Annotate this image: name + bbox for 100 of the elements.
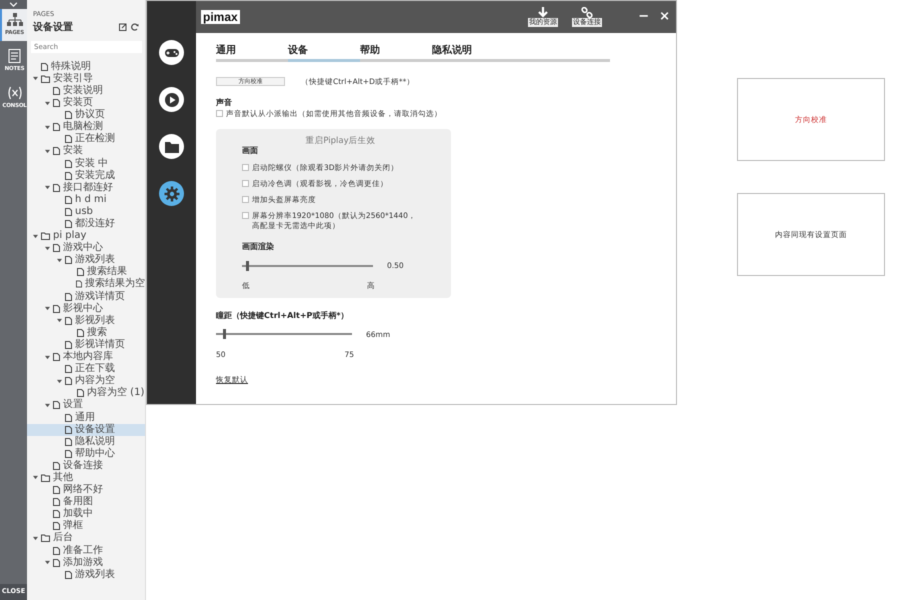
tree-item[interactable]: 其他 — [27, 472, 145, 484]
tree-item[interactable]: 正在下载 — [27, 363, 145, 376]
caret-icon[interactable] — [44, 402, 50, 408]
tree-item[interactable]: h d mi — [27, 194, 145, 206]
tree-item[interactable]: 游戏列表 — [27, 568, 145, 581]
nav-button[interactable] — [159, 87, 184, 112]
tree-label: 影视列表 — [75, 314, 115, 326]
slider-track[interactable] — [216, 329, 352, 340]
tree-item[interactable]: 特殊说明 — [27, 60, 145, 73]
tab[interactable]: 帮助 — [360, 43, 432, 62]
tree-item[interactable]: 设备连接 — [27, 460, 145, 472]
tree-item[interactable]: 帮助中心 — [27, 448, 145, 460]
tree-item[interactable]: 设备设置 — [27, 424, 145, 436]
tree-label: 正在检测 — [75, 133, 115, 144]
tree-label: 准备工作 — [63, 544, 103, 556]
tree-item[interactable]: 内容为空 (1) — [27, 387, 145, 400]
collapse-chevron-icon[interactable] — [9, 2, 18, 7]
checkbox[interactable] — [242, 196, 249, 203]
tab[interactable]: 设备 — [288, 43, 360, 62]
tree-item[interactable]: 安装引导 — [27, 72, 145, 85]
folder-icon — [41, 74, 50, 83]
tab[interactable]: 通用 — [216, 43, 288, 62]
checkbox[interactable] — [216, 110, 223, 118]
caret-icon[interactable] — [44, 124, 50, 130]
variable-icon — [6, 86, 22, 100]
tree-item[interactable]: 搜索结果 — [27, 266, 145, 278]
tree-item[interactable]: 加载中 — [27, 508, 145, 520]
tree-item[interactable]: pi play — [27, 230, 145, 242]
tree-item[interactable]: 影视列表 — [27, 314, 145, 327]
tree-label: 搜索 — [87, 326, 107, 338]
tree-item[interactable]: 安装说明 — [27, 84, 145, 98]
tree-label: 安装引导 — [53, 72, 93, 84]
tree-item[interactable]: usb — [27, 206, 145, 218]
caret-icon[interactable] — [32, 536, 38, 541]
tree-item[interactable]: 准备工作 — [27, 544, 145, 557]
tree-label: 设备设置 — [75, 424, 115, 436]
folder-icon — [41, 474, 50, 482]
tree-label: 加载中 — [63, 508, 93, 520]
tree-item[interactable]: 影视中心 — [27, 302, 145, 315]
close-button[interactable]: × — [659, 10, 670, 24]
caret-icon[interactable] — [44, 100, 50, 106]
caret-icon[interactable] — [44, 354, 50, 360]
slider-thumb[interactable] — [223, 329, 226, 340]
tree-label: 安装完成 — [75, 170, 115, 182]
nav-button[interactable] — [159, 134, 184, 159]
tree-item[interactable]: 弹框 — [27, 520, 145, 532]
tree-item[interactable]: 都没连好 — [27, 218, 145, 230]
link-icon — [581, 7, 594, 18]
tree-label: 备用图 — [63, 496, 93, 508]
tree-item[interactable]: 影视详情页 — [27, 338, 145, 351]
refresh-icon[interactable] — [131, 23, 139, 32]
tree-item[interactable]: 后台 — [27, 532, 145, 544]
slider-track[interactable] — [242, 260, 373, 271]
tree-item[interactable]: 正在检测 — [27, 133, 145, 146]
page-icon — [41, 62, 48, 71]
minimize-button[interactable]: − — [638, 10, 650, 24]
caret-icon[interactable] — [32, 76, 38, 82]
tree-label: 都没连好 — [75, 218, 115, 230]
slider-thumb[interactable] — [246, 260, 250, 271]
checkbox[interactable] — [242, 212, 249, 219]
tree-item[interactable]: 游戏详情页 — [27, 290, 145, 303]
caret-icon[interactable] — [32, 475, 38, 480]
tree-item[interactable]: 游戏中心 — [27, 242, 145, 254]
tree-item[interactable]: 安装 — [27, 145, 145, 158]
checkbox[interactable] — [242, 164, 249, 171]
tree-item[interactable]: 搜索 — [27, 326, 145, 339]
tree-item[interactable]: 设置 — [27, 399, 145, 412]
tree-item[interactable]: 搜索结果为空 — [27, 278, 145, 291]
caret-icon[interactable] — [44, 185, 50, 190]
tree-item[interactable]: 安装页 — [27, 97, 145, 110]
tree-item[interactable]: 网络不好 — [27, 484, 145, 496]
tree-label: 影视中心 — [63, 302, 103, 314]
tree-item[interactable]: 添加游戏 — [27, 556, 145, 569]
tree-item[interactable]: 本地内容库 — [27, 351, 145, 364]
tree-item[interactable]: 安装完成 — [27, 170, 145, 182]
nav-button[interactable] — [159, 181, 184, 206]
tree-label: 接口都连好 — [63, 182, 113, 194]
tree-item[interactable]: 协议页 — [27, 109, 145, 122]
caret-icon[interactable] — [56, 258, 62, 263]
section-heading: 瞳距（快捷键Ctrl+Alt+P或手柄*） — [216, 310, 350, 322]
caret-icon[interactable] — [44, 246, 50, 251]
nav-button[interactable] — [159, 40, 184, 65]
tree-item[interactable]: 备用图 — [27, 496, 145, 508]
export-icon[interactable] — [119, 23, 127, 32]
caret-icon[interactable] — [44, 560, 50, 566]
tree-label: 游戏详情页 — [75, 290, 125, 302]
tree-item[interactable]: 游戏列表 — [27, 254, 145, 266]
tree-item[interactable]: 内容为空 — [27, 375, 145, 388]
tree-item[interactable]: 电脑检测 — [27, 121, 145, 134]
tree-item[interactable]: 隐私说明 — [27, 436, 145, 448]
caret-icon[interactable] — [56, 318, 62, 324]
tree-item[interactable]: 接口都连好 — [27, 182, 145, 194]
caret-icon[interactable] — [44, 306, 50, 312]
tab[interactable]: 隐私说明 — [432, 43, 504, 62]
caret-icon[interactable] — [32, 234, 38, 239]
tree-item[interactable]: 通用 — [27, 411, 145, 424]
checkbox[interactable] — [242, 180, 249, 187]
caret-icon[interactable] — [44, 148, 50, 154]
tree-item[interactable]: 安装 中 — [27, 158, 145, 170]
caret-icon[interactable] — [56, 378, 62, 384]
